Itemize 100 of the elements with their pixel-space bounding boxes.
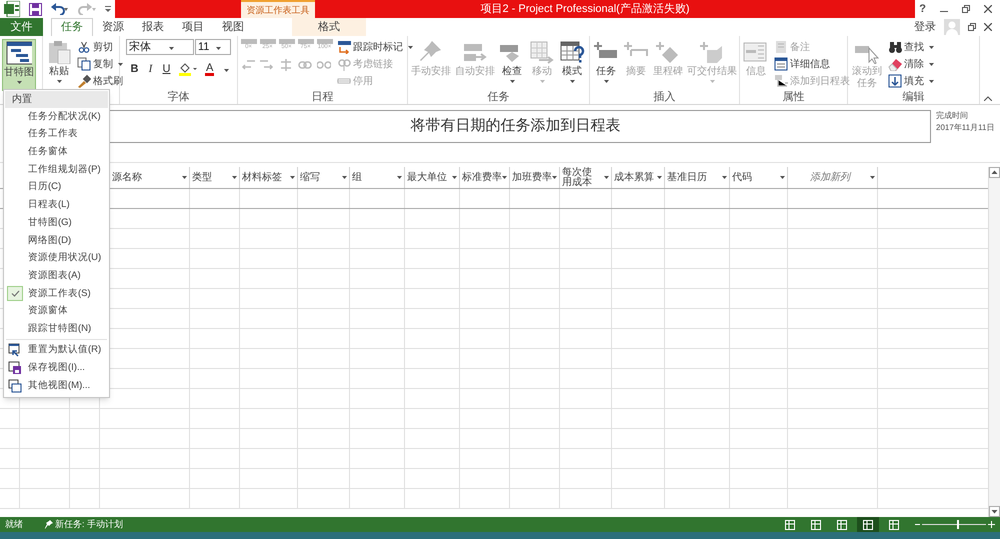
ribbon-tab[interactable]: 报表 [133,18,173,36]
column-header[interactable]: 代码 [730,167,788,188]
new-task-mode[interactable]: 新任务: 手动计划 [55,518,124,532]
close-icon[interactable] [984,5,992,13]
ribbon-button[interactable]: 复制 [77,56,123,72]
font-name-field[interactable]: 宋体 [126,39,194,55]
views-icon [8,378,22,393]
sheet-view-icon [811,520,821,530]
scroll-down-icon[interactable] [989,506,1000,517]
column-header[interactable]: 组 [350,167,405,188]
ribbon-tab[interactable]: 视图 [213,18,253,36]
dropdown-caret-icon [604,176,609,179]
ribbon-button[interactable]: 填充 [888,73,934,89]
menu-item[interactable]: 保存视图(I)... [4,358,109,377]
ribbon-button[interactable]: 格式刷 [77,73,123,89]
restore-icon[interactable] [968,23,976,31]
dropdown-caret-icon [342,176,347,179]
add-box-icon [699,40,725,64]
ribbon-button[interactable]: 跟踪时标记 [337,39,413,55]
menu-item[interactable]: 资源窗体 [4,302,109,320]
ribbon-tab[interactable]: 项目 [173,18,213,36]
slider-thumb[interactable] [957,520,960,529]
style-button[interactable]: U [162,61,171,78]
view-button[interactable] [857,517,879,532]
menu-item[interactable]: 其他视图(M)... [4,376,109,395]
column-header[interactable]: 材料标签 [240,167,298,188]
ribbon-button[interactable]: 任务 [592,39,620,91]
undo-icon[interactable] [51,3,69,15]
bar-icon [240,39,256,44]
vertical-scrollbar[interactable] [988,167,1000,517]
dropdown-caret-icon [182,176,187,179]
menu-item[interactable]: 资源使用状况(U) [4,250,109,268]
bar-icon [298,39,314,44]
column-header[interactable]: 成本累算 [612,167,665,188]
menu-item[interactable]: 日程表(L) [4,196,109,214]
ribbon-button[interactable]: 剪切 [77,39,123,55]
menu-item[interactable]: 资源工作表(S) [4,284,109,303]
caret-icon [216,46,222,50]
grid-arrow-icon [529,40,555,64]
menu-item[interactable]: 跟踪甘特图(N) [4,320,109,338]
status-text: 就绪 [5,518,23,531]
menu-item[interactable]: 甘特图(G) [4,214,109,232]
dropdown-caret-icon [397,176,402,179]
dropdown-caret-icon [452,176,457,179]
add-milestone-icon [655,40,681,64]
fill-color-icon[interactable] [178,62,198,76]
group-label: 日程 [312,92,334,102]
column-header[interactable]: 加班费率 [510,167,560,188]
ribbon-button[interactable]: 查找 [888,39,934,55]
pushpin-icon [418,40,444,64]
gantt-chart-icon [6,41,32,65]
copy-icon [77,57,91,71]
ribbon-button[interactable]: 详细信息 [774,56,850,72]
zoom-in-icon[interactable] [988,521,995,528]
menu-item[interactable]: 任务窗体 [4,143,109,162]
check-icon [10,290,20,298]
ribbon-button[interactable]: 检查 [498,39,526,91]
font-color-button[interactable]: A [205,62,214,76]
style-button[interactable]: I [146,61,155,78]
ribbon-button[interactable]: 清除 [888,56,934,72]
column-header[interactable]: 最大单位 [405,167,460,188]
ribbon-tab[interactable]: 任务 [51,18,93,36]
save-icon[interactable] [29,2,42,16]
group-label: 编辑 [902,92,924,103]
menu-item[interactable]: 资源图表(A) [4,267,109,285]
ribbon-tab[interactable]: 资源 [93,18,133,36]
pushpin-icon [45,520,53,529]
brush-icon [77,74,91,88]
scroll-up-icon[interactable] [989,167,1000,178]
menu-item[interactable]: 网络图(D) [4,232,109,250]
caret-icon [224,68,229,72]
style-button[interactable]: B [130,61,139,78]
column-header[interactable]: 标准费率 [460,167,510,188]
binoculars-icon [888,40,902,54]
bar-icon [278,39,294,44]
sign-in-link[interactable]: 登录 [914,18,936,36]
ribbon-button[interactable]: 甘特图 [2,39,36,91]
bar-arrow-icon [337,40,351,54]
column-header[interactable]: 添加新列 [788,167,878,188]
restore-icon[interactable] [962,5,970,13]
help-button[interactable]: ? [919,0,926,18]
ribbon-tab[interactable]: 格式 [292,18,366,36]
timeline-add-icon [774,74,788,88]
customize-icon[interactable] [105,5,111,13]
column-header[interactable]: 基准日历 [665,167,730,188]
dropdown-caret-icon [870,176,875,179]
bar-icon [260,39,276,44]
file-tab[interactable]: 文件 [0,18,43,36]
details-icon [774,57,788,71]
column-header[interactable]: 缩写 [298,167,350,188]
ribbon-button[interactable]: 模式 [558,39,586,91]
font-size-field[interactable]: 11 [195,39,231,55]
menu-item[interactable]: 重置为默认值(R) [4,340,109,359]
app-icon[interactable] [4,1,20,17]
column-header[interactable]: 类型 [190,167,240,188]
window-title: 项目2 - Project Professional(产品激活失败) [480,2,690,17]
collapse-ribbon-icon[interactable] [984,96,992,101]
close-icon[interactable] [984,23,992,31]
note-icon [774,40,788,54]
group-label: 插入 [654,92,676,103]
